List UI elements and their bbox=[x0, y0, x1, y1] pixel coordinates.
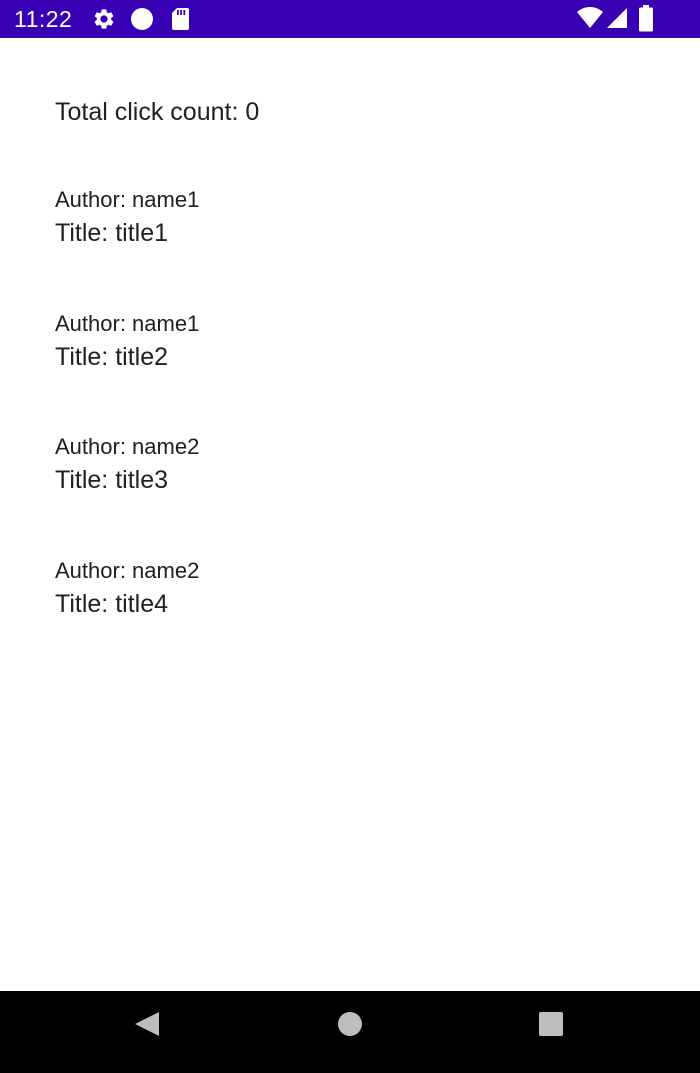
back-icon[interactable] bbox=[132, 1009, 162, 1039]
book-list-item[interactable]: Author: name1 Title: title2 bbox=[55, 308, 655, 432]
total-click-count: Total click count: 0 bbox=[55, 98, 260, 126]
sd-card-icon bbox=[172, 8, 189, 30]
recents-icon[interactable] bbox=[537, 1010, 565, 1038]
book-title: Title: title1 bbox=[55, 219, 169, 247]
status-bar: 11:22 bbox=[0, 0, 700, 38]
app-screen: 11:22 Total click count: 0 Author: name1… bbox=[0, 0, 700, 1073]
navigation-bar bbox=[0, 991, 700, 1073]
home-icon[interactable] bbox=[336, 1010, 364, 1038]
gear-icon bbox=[94, 9, 114, 29]
main-content: Total click count: 0 Author: name1 Title… bbox=[0, 38, 700, 991]
circle-dot-icon bbox=[131, 8, 153, 30]
book-list-item[interactable]: Author: name2 Title: title3 bbox=[55, 431, 655, 555]
book-list: Author: name1 Title: title1 Author: name… bbox=[55, 184, 655, 678]
book-author: Author: name2 bbox=[55, 434, 200, 459]
wifi-icon bbox=[577, 7, 603, 28]
book-list-item[interactable]: Author: name1 Title: title1 bbox=[55, 184, 655, 308]
book-author: Author: name1 bbox=[55, 310, 200, 336]
book-title: Title: title4 bbox=[55, 589, 169, 618]
book-list-item[interactable]: Author: name2 Title: title4 bbox=[55, 555, 655, 679]
book-title: Title: title2 bbox=[55, 342, 169, 371]
battery-icon bbox=[639, 5, 653, 32]
book-author: Author: name2 bbox=[55, 557, 200, 583]
signal-icon bbox=[607, 8, 627, 28]
status-time: 11:22 bbox=[14, 6, 73, 32]
book-title: Title: title3 bbox=[55, 466, 169, 494]
book-author: Author: name1 bbox=[55, 187, 200, 212]
